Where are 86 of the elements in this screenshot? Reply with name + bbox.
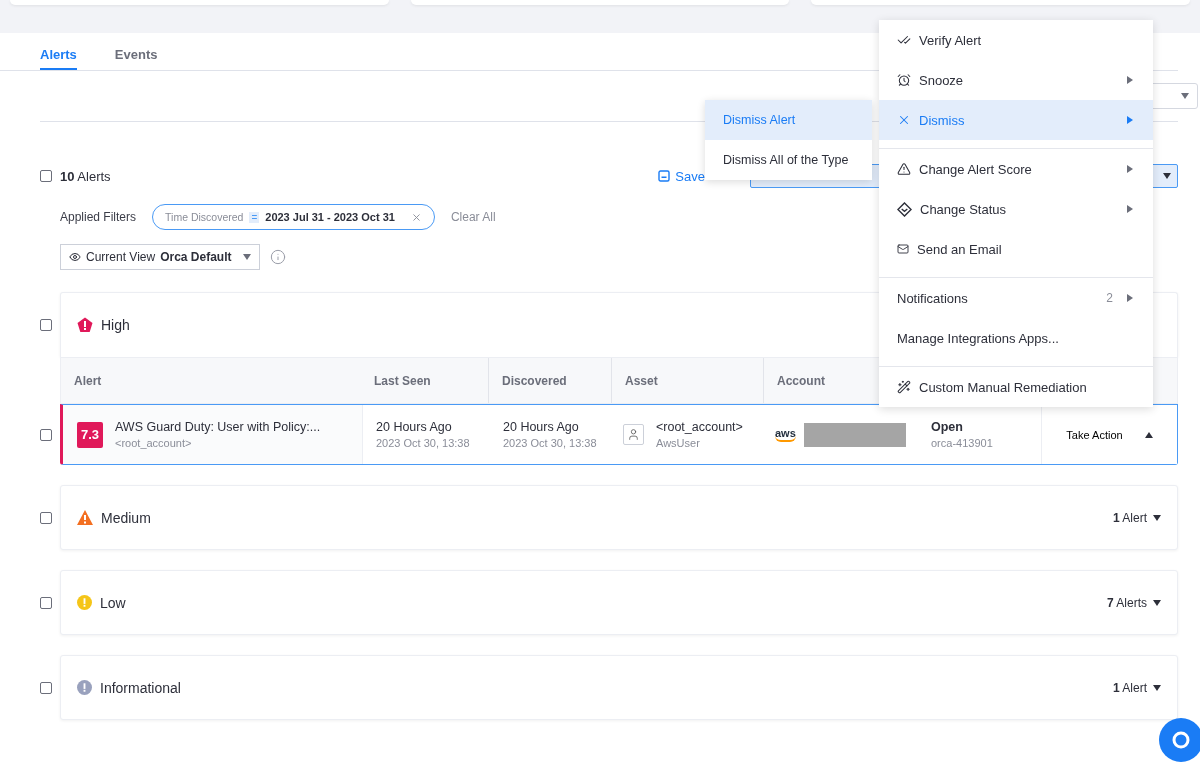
asset-name: <root_account>	[656, 420, 743, 434]
warning-triangle-icon	[897, 162, 911, 176]
filters-label: Applied Filters	[60, 210, 137, 224]
menu-item[interactable]: Dismiss All of the Type	[705, 140, 872, 180]
chevron-right-icon	[1127, 294, 1133, 302]
mail-icon	[897, 243, 909, 255]
menu-item[interactable]: Change Status	[879, 189, 1153, 229]
exclamation-circle-icon	[77, 680, 92, 695]
menu-item[interactable]: Send an Email	[879, 229, 1153, 269]
caret-icon	[1144, 431, 1153, 438]
eye-icon	[69, 251, 81, 263]
chevron-right-icon	[1127, 76, 1133, 84]
caret-icon	[1153, 599, 1161, 606]
severity-group-header[interactable]: Low 7 Alerts	[60, 570, 1178, 635]
menu-item[interactable]: Change Alert Score	[879, 149, 1153, 189]
user-icon	[623, 424, 644, 445]
discovered: 20 Hours Ago	[503, 420, 580, 434]
discovered-date: 2023 Oct 30, 13:38	[503, 437, 598, 449]
pentagon-alert-icon	[77, 317, 93, 333]
double-check-icon	[897, 33, 911, 47]
chat-button[interactable]	[1159, 718, 1200, 762]
checkbox[interactable]	[40, 681, 52, 694]
chevron-right-icon	[1127, 205, 1133, 213]
view-value: Orca Default	[160, 250, 232, 264]
last-seen-date: 2023 Oct 30, 13:38	[376, 437, 471, 449]
menu-item[interactable]: Dismiss Alert	[705, 100, 872, 140]
save-view-button[interactable]: Save	[658, 168, 705, 184]
checkbox[interactable]	[40, 170, 52, 182]
alarm-clock-icon	[897, 73, 911, 87]
alert-count[interactable]: 1 Alert	[1112, 510, 1161, 525]
menu-item[interactable]: Dismiss	[879, 100, 1153, 140]
filter-field: Time Discovered	[165, 211, 244, 223]
save-icon	[658, 170, 671, 182]
severity-label: Informational	[100, 679, 181, 696]
checkbox[interactable]	[40, 596, 52, 609]
menu-item[interactable]: Verify Alert	[879, 20, 1153, 60]
menu-item[interactable]: Notifications 2	[879, 278, 1153, 318]
tab[interactable]: Alerts	[40, 47, 77, 70]
column-header[interactable]: Last Seen	[361, 358, 488, 403]
asset-type: AwsUser	[656, 437, 701, 449]
alert-count: 10 Alerts	[60, 168, 111, 184]
caret-icon	[1153, 514, 1161, 521]
close-icon	[897, 113, 911, 127]
severity-label: Medium	[101, 509, 151, 526]
caret-icon	[1153, 684, 1161, 691]
severity-group-header[interactable]: Medium 1 Alert	[60, 485, 1178, 550]
caret-icon	[242, 254, 251, 260]
exclamation-circle-icon	[77, 595, 92, 610]
diamond-check-icon	[897, 201, 912, 217]
last-seen: 20 Hours Ago	[376, 420, 453, 434]
filter-operator: =	[249, 211, 260, 223]
close-icon[interactable]	[410, 211, 422, 223]
alert-count[interactable]: 1 Alert	[1112, 680, 1161, 695]
tab[interactable]: Events	[114, 47, 158, 70]
info-icon[interactable]	[269, 249, 286, 265]
chat-icon	[1171, 730, 1191, 750]
checkbox[interactable]	[40, 511, 52, 524]
menu-item[interactable]: Custom Manual Remediation	[879, 367, 1153, 407]
checkbox[interactable]	[40, 318, 52, 331]
view-label: Current View	[86, 250, 156, 264]
checkbox[interactable]	[40, 428, 52, 441]
warning-triangle-icon	[77, 510, 93, 525]
menu-item[interactable]: Snooze	[879, 60, 1153, 100]
alert-row[interactable]: 7.3 AWS Guard Duty: User with Policy:... <root_account> 20 Hours Ago 2023 Oct 30, 13:38 20 Hours Ago 2023 Oct 30, 13:38 <root_account> AwsUser aws Open orca-413901 Take Action	[60, 404, 1178, 465]
severity-label: Low	[100, 594, 126, 611]
menu-item[interactable]: Manage Integrations Apps...	[879, 318, 1153, 358]
caret-icon	[1163, 173, 1171, 179]
filter-value: 2023 Jul 31 - 2023 Oct 31	[265, 211, 395, 223]
severity-label: High	[101, 317, 130, 333]
caret-icon	[1181, 93, 1189, 99]
status: Open	[931, 420, 964, 434]
magic-wand-icon	[897, 380, 911, 394]
alert-subtitle: <root_account>	[115, 437, 193, 449]
column-header[interactable]: Asset	[611, 358, 763, 403]
alert-title: AWS Guard Duty: User with Policy:...	[115, 420, 321, 434]
severity-group-header[interactable]: Informational 1 Alert	[60, 655, 1178, 720]
take-action-button[interactable]: Take Action	[1041, 405, 1177, 464]
aws-logo: aws	[775, 427, 796, 442]
alert-count[interactable]: 7 Alerts	[1106, 595, 1161, 610]
column-header[interactable]: Alert	[61, 358, 361, 403]
chevron-right-icon	[1127, 116, 1133, 124]
view-dropdown[interactable]: Current View Orca Default	[60, 244, 260, 270]
column-header[interactable]: Discovered	[488, 358, 611, 403]
score-badge: 7.3	[77, 421, 103, 448]
chevron-right-icon	[1127, 165, 1133, 173]
status-id: orca-413901	[931, 437, 994, 449]
